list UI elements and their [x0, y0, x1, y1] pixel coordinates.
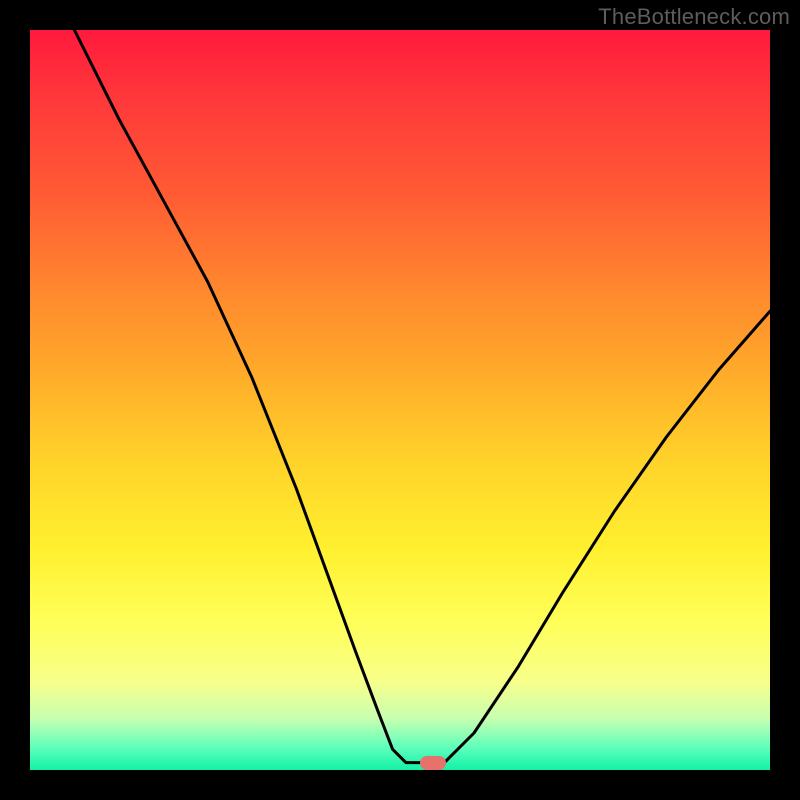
- min-marker: [420, 756, 446, 770]
- plot-area: [30, 30, 770, 770]
- curve-path: [74, 30, 770, 763]
- bottleneck-curve: [30, 30, 770, 770]
- chart-frame: TheBottleneck.com: [0, 0, 800, 800]
- watermark-text: TheBottleneck.com: [598, 4, 790, 30]
